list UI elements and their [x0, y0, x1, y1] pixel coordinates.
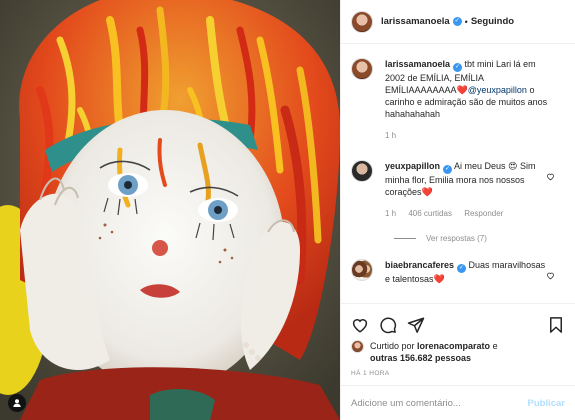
author-username[interactable]: larissamanoela: [381, 16, 450, 27]
heart-emoji: ❤️: [456, 85, 468, 95]
comment-item: biaebrancaferes ✓ Duas maravilhosas e tal…: [351, 259, 565, 285]
likes-summary: Curtido por lorenacomparato e outras 156…: [341, 340, 575, 364]
comment-heart-icon[interactable]: [546, 271, 555, 280]
comment-time[interactable]: 1 h: [385, 209, 396, 218]
liker-username[interactable]: lorenacomparato: [417, 341, 490, 351]
caption-username[interactable]: larissamanoela: [385, 59, 450, 69]
commenter-avatar[interactable]: [351, 160, 373, 182]
commenter-avatar[interactable]: [351, 259, 373, 281]
clown-child-photo: [0, 0, 340, 420]
caption-time[interactable]: 1 h: [385, 131, 396, 140]
comment-username[interactable]: yeuxpapillon: [385, 161, 440, 171]
comment-username[interactable]: biaebrancaferes: [385, 260, 454, 270]
author-avatar[interactable]: [351, 10, 373, 33]
header-separator: •: [464, 16, 468, 27]
user-tag-icon: [13, 399, 21, 407]
likes-count[interactable]: outras 156.682 pessoas: [370, 353, 471, 363]
comments-section[interactable]: larissamanoela ✓ tbt mini Lari lá em 2002…: [341, 44, 575, 302]
heart-emoji: ❤️: [433, 274, 445, 284]
post-header: larissamanoela ✓ • Seguindo: [341, 0, 575, 44]
likes-middle: e: [490, 341, 498, 351]
following-button[interactable]: Seguindo: [471, 16, 514, 27]
publish-button[interactable]: Publicar: [528, 398, 566, 409]
liker-avatar[interactable]: [351, 340, 364, 353]
comment-input[interactable]: [351, 397, 528, 409]
tag-user-button[interactable]: [8, 394, 26, 412]
add-comment-bar: Publicar: [341, 385, 575, 420]
heart-emoji: ❤️: [421, 187, 433, 197]
post-photo[interactable]: [0, 0, 340, 420]
view-replies-button[interactable]: Ver respostas (7): [394, 234, 565, 243]
comment-text: Ai meu Deus: [452, 161, 509, 171]
view-replies-label: Ver respostas (7): [426, 234, 487, 243]
comment-heart-icon[interactable]: [546, 172, 555, 181]
caption: larissamanoela ✓ tbt mini Lari lá em 2002…: [351, 58, 565, 142]
comment-item: yeuxpapillon ✓ Ai meu Deus 😍 Sim minha fl…: [351, 160, 565, 220]
share-icon[interactable]: [407, 316, 425, 334]
post-side-panel: larissamanoela ✓ • Seguindo larissamanoe…: [340, 0, 575, 420]
caption-mention[interactable]: @yeuxpapillon: [468, 85, 527, 95]
post-timestamp[interactable]: HÁ 1 HORA: [341, 364, 575, 377]
instagram-post: larissamanoela ✓ • Seguindo larissamanoe…: [0, 0, 575, 420]
replies-line: [394, 238, 416, 239]
caption-avatar[interactable]: [351, 58, 373, 80]
likes-prefix: Curtido por: [370, 341, 418, 351]
reply-button[interactable]: Responder: [464, 209, 503, 218]
verified-badge-icon: ✓: [443, 165, 453, 174]
verified-badge-icon: ✓: [457, 264, 467, 273]
comment-likes[interactable]: 406 curtidas: [408, 209, 452, 218]
verified-badge-icon: ✓: [453, 63, 463, 72]
action-icons: [341, 304, 575, 338]
comment-icon[interactable]: [379, 316, 397, 334]
heart-icon[interactable]: [351, 316, 369, 334]
verified-badge-icon: ✓: [452, 17, 462, 26]
bookmark-icon[interactable]: [547, 316, 565, 334]
